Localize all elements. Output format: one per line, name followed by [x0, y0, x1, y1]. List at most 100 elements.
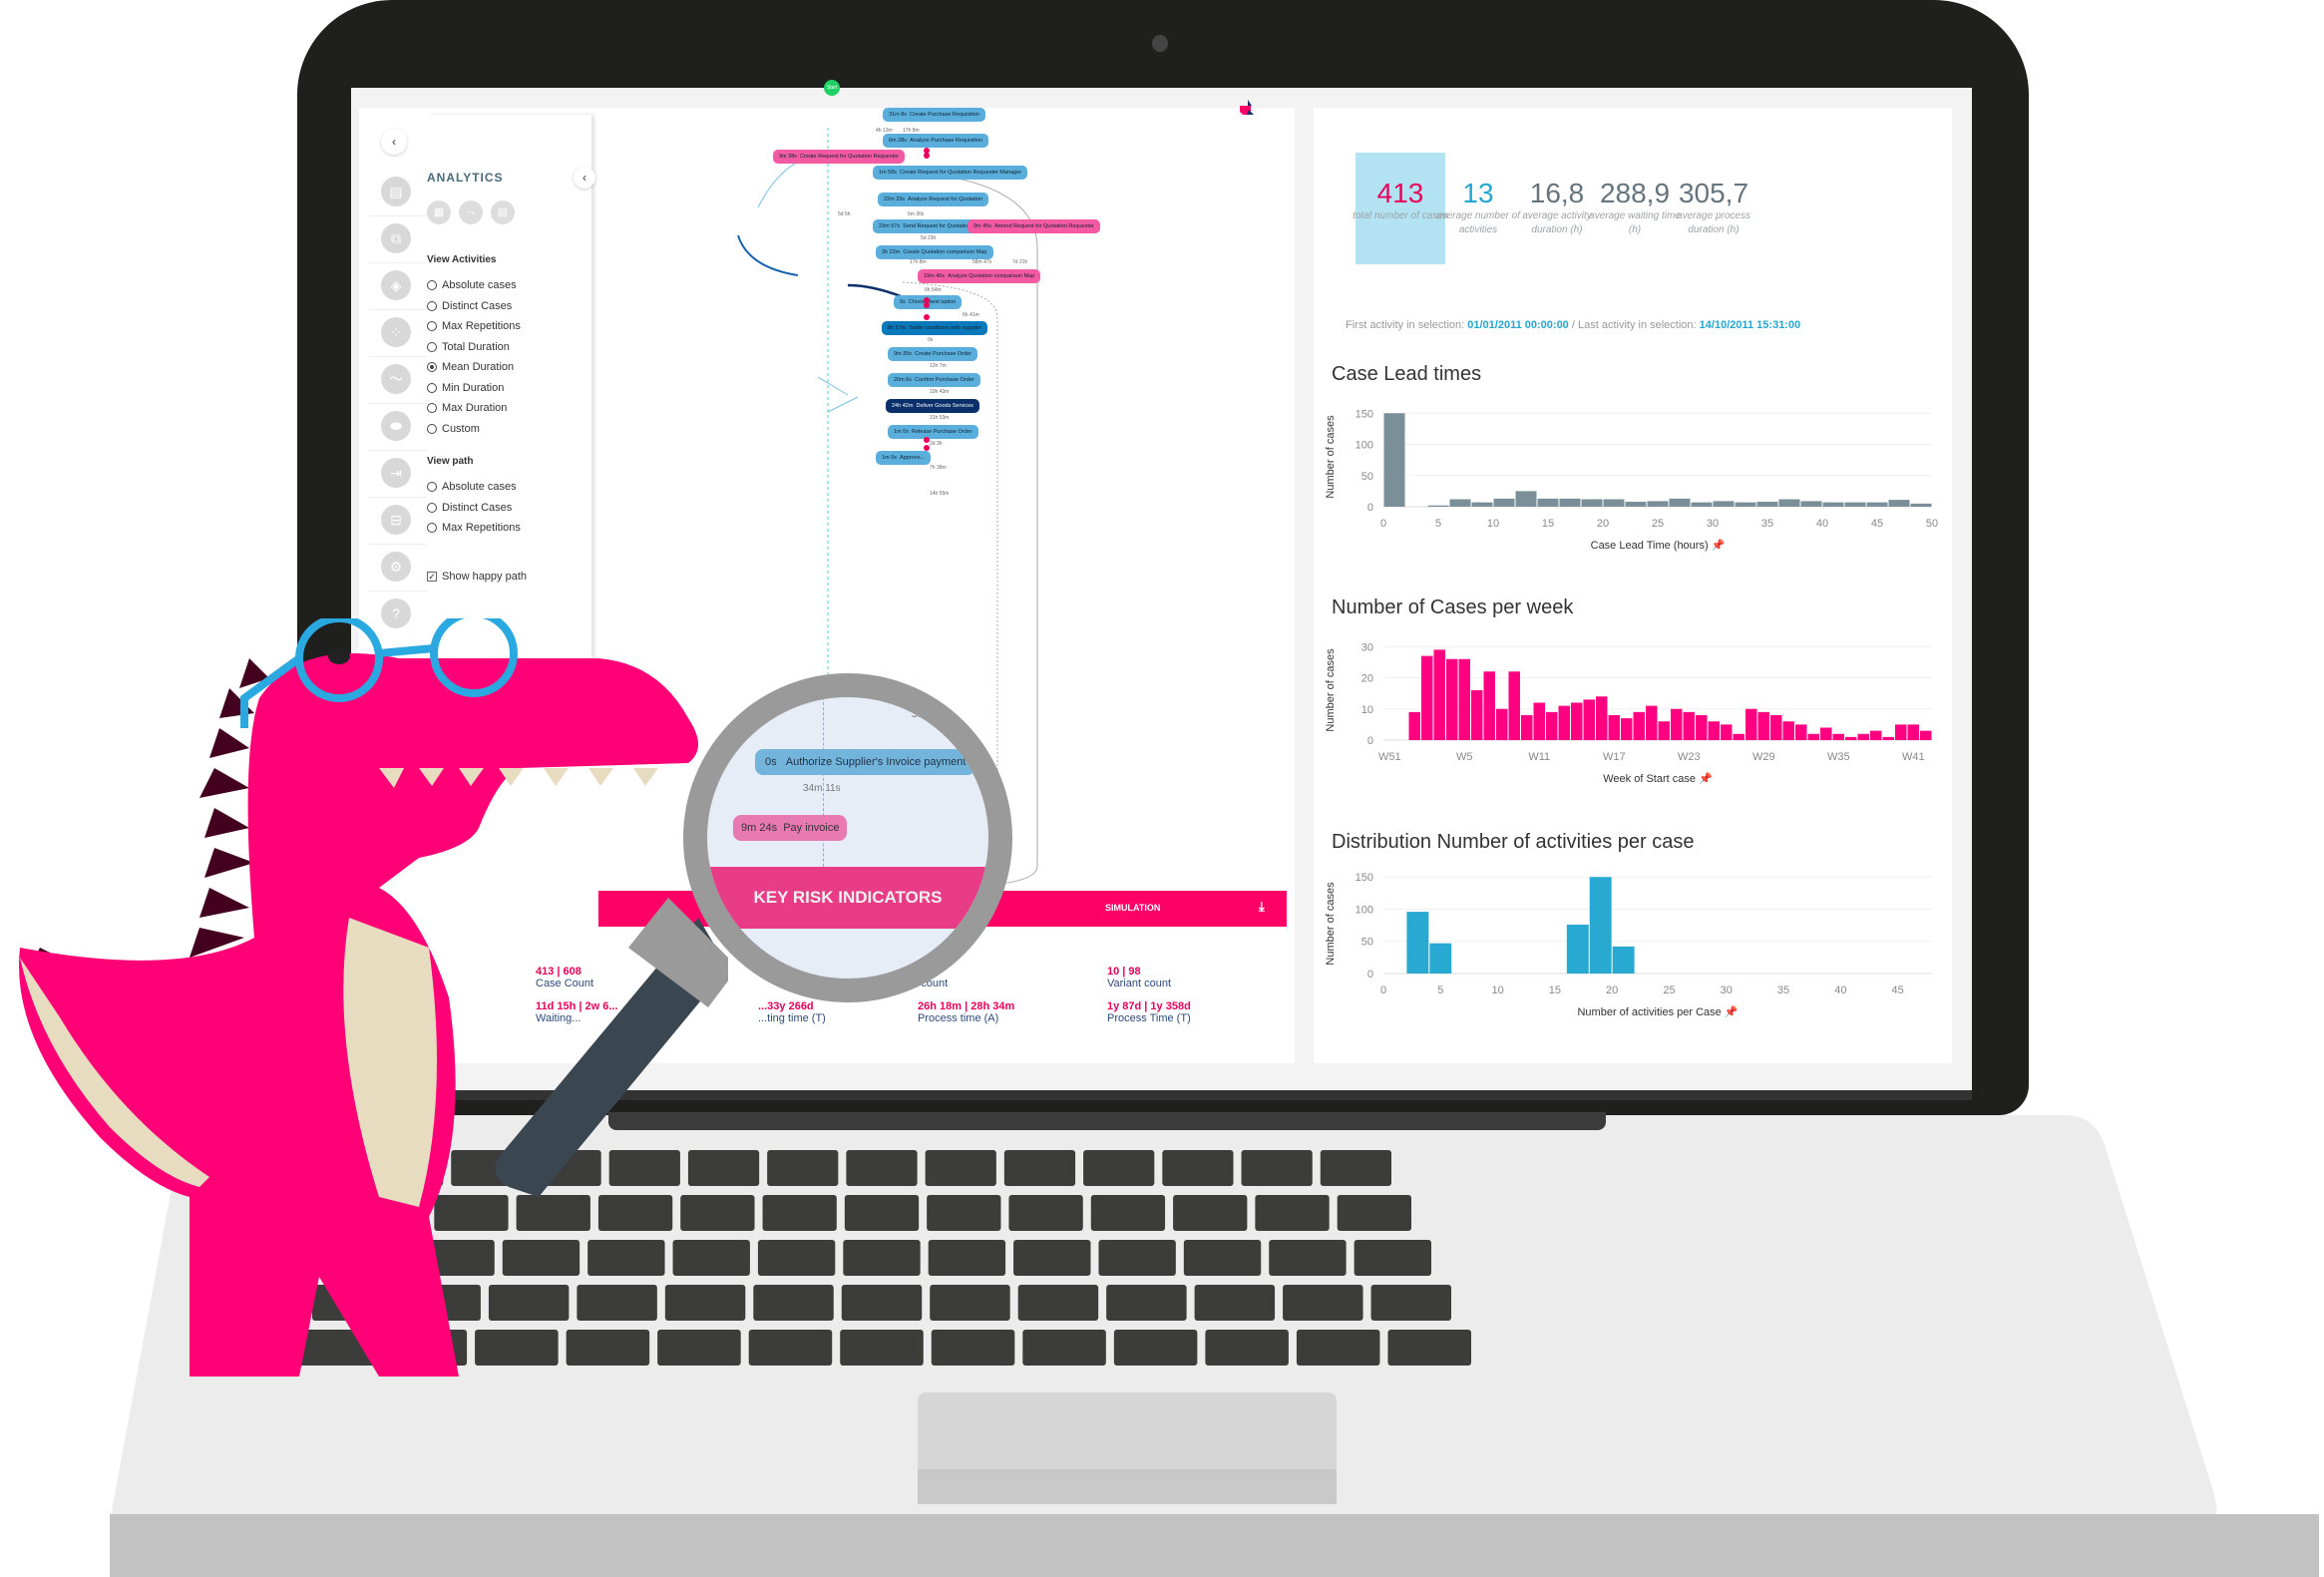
download-icon[interactable]: ⤓ [1259, 899, 1265, 915]
radio-option[interactable]: Min Duration [427, 381, 504, 395]
process-node[interactable]: 3h 22m Create Quotation comparison Map [876, 245, 993, 259]
analytics-sidebar: ANALYTICS ▦ ⤳ ▤ ‹ View Activities Absolu… [427, 115, 595, 658]
y-tick-label: 0 [1367, 502, 1373, 514]
first-activity-value: 01/01/2011 00:00:00 [1467, 319, 1569, 331]
keyboard-key [1113, 1330, 1198, 1366]
process-node[interactable]: 8h 57m Settle conditions with supplier [882, 321, 987, 335]
radio-button[interactable] [427, 362, 437, 372]
keyboard-key [1255, 1195, 1330, 1231]
edge-label: 0s [928, 337, 934, 343]
node-duration: 3h 22m [882, 249, 901, 255]
y-tick-label: 30 [1361, 641, 1373, 653]
back-button[interactable]: ‹ [381, 129, 407, 155]
y-tick-label: 0 [1367, 969, 1373, 981]
process-node[interactable]: 22m 33s Analyze Request for Quotation [878, 193, 989, 206]
bar [1820, 727, 1832, 740]
radio-button[interactable] [427, 321, 437, 331]
process-node[interactable]: 9m 45s Amend Request for Quotation Reque… [968, 219, 1100, 233]
radio-button[interactable] [427, 280, 437, 290]
process-node[interactable]: 20m 6s Confirm Purchase Order [888, 373, 980, 387]
keyboard-key [925, 1150, 996, 1186]
radio-button[interactable] [427, 502, 437, 513]
radio-button[interactable] [427, 403, 437, 413]
radio-option[interactable]: Absolute cases [427, 480, 517, 494]
start-node[interactable]: Start [824, 80, 840, 96]
keyboard-key [1106, 1285, 1187, 1321]
radio-option[interactable]: Absolute cases [427, 278, 517, 292]
bar [1383, 413, 1405, 507]
radio-button[interactable] [427, 523, 437, 533]
x-tick-label: 0 [1380, 518, 1386, 530]
bar [1795, 724, 1807, 740]
toolbox-icon[interactable]: ⊟ [381, 505, 411, 535]
bar [1733, 733, 1744, 740]
keyboard-key [1337, 1195, 1411, 1231]
bar [1446, 658, 1458, 740]
radio-label: Absolute cases [442, 481, 517, 493]
radio-button[interactable] [427, 423, 437, 434]
collapse-sidebar-button[interactable]: ‹ [574, 167, 595, 189]
keyboard-key [762, 1195, 837, 1231]
bar [1633, 711, 1645, 740]
path-icon[interactable]: ⤳ [459, 200, 483, 224]
node-name: Create Request for Quotation Requester M… [900, 170, 1022, 176]
tag-icon[interactable]: ⬬ [381, 411, 411, 441]
keyboard-key [1173, 1195, 1248, 1231]
radio-button[interactable] [427, 382, 437, 393]
lens-node-pay-invoice[interactable]: 9m 24s Pay invoice [733, 815, 848, 841]
process-node[interactable]: 31m 8s Create Purchase Requisition [883, 108, 986, 122]
gear-icon[interactable]: ⚙ [381, 552, 411, 582]
radio-option[interactable]: Max Repetitions [427, 319, 521, 333]
lead-times-chart: 0 50 100 150 0 5 10 15 20 25 30 35 40 45 50 Number of c… [1325, 408, 1938, 552]
radio-option[interactable]: Custom [427, 422, 480, 436]
process-node[interactable]: 9m 38s Create Request for Quotation Requ… [773, 150, 905, 164]
bar [1612, 946, 1635, 974]
radio-option[interactable]: Mean Duration [427, 360, 514, 374]
radio-button[interactable] [427, 341, 437, 352]
hierarchy-icon[interactable]: ⧉ [381, 223, 411, 253]
keyboard-key [1387, 1330, 1471, 1366]
checkbox[interactable]: ✓ [427, 572, 437, 582]
map-icon[interactable]: ▦ [427, 200, 451, 224]
radio-option[interactable]: Max Repetitions [427, 521, 521, 535]
bar [1533, 702, 1545, 740]
network-icon[interactable]: ◈ [381, 270, 411, 300]
lens-node-authorize[interactable]: 0s Authorize Supplier's Invoice payment [755, 749, 976, 775]
bar [1920, 730, 1932, 740]
keyboard-key [1098, 1240, 1176, 1276]
bar [1844, 502, 1866, 507]
process-node[interactable]: 1m 0s Approve... [876, 451, 932, 465]
kpi-item: 26h 18m | 28h 34m Process time (A) [918, 1000, 1014, 1024]
key-risk-indicators-banner[interactable]: KEY RISK INDICATORS [707, 867, 988, 929]
show-happy-path-checkbox[interactable]: ✓ Show happy path [427, 570, 527, 584]
edge-label: 17h 8m [903, 128, 920, 134]
export-icon[interactable]: ⇥ [381, 458, 411, 488]
process-node[interactable]: 6m 28s Analyze Purchase Requisition [883, 134, 989, 148]
sidebar-title: ANALYTICS [427, 171, 504, 185]
trend-icon[interactable]: 〜 [381, 364, 411, 394]
radio-option[interactable]: Max Duration [427, 401, 507, 415]
radio-button[interactable] [427, 482, 437, 492]
edge-label: 5d 5h [838, 211, 851, 217]
radio-button[interactable] [427, 300, 437, 311]
radio-option[interactable]: Distinct Cases [427, 299, 512, 313]
process-node[interactable]: 1m 58s Create Request for Quotation Requ… [873, 166, 1028, 180]
table-icon[interactable]: ▤ [381, 177, 411, 206]
cluster-icon[interactable]: ⁘ [381, 317, 411, 347]
event-marker [924, 302, 930, 308]
edge [827, 396, 859, 413]
dino-eye [328, 648, 350, 664]
process-node[interactable]: 1m 0s Release Purchase Order [888, 425, 978, 439]
process-node[interactable]: 24h 42m Deliver Goods Services [886, 399, 979, 413]
pdf-icon[interactable]: ▤ [491, 200, 515, 224]
process-node[interactable]: 9m 35s Create Purchase Order [888, 347, 977, 361]
nav-separator [369, 309, 427, 310]
bar [1621, 718, 1633, 740]
simulation-tab[interactable]: SIMULATION [1105, 903, 1160, 913]
process-node[interactable]: 19m 40s Analyze Quotation comparison Map [918, 269, 1041, 283]
keyboard-key [1162, 1150, 1234, 1186]
radio-option[interactable]: Total Duration [427, 340, 510, 354]
radio-label: Custom [442, 422, 480, 435]
radio-option[interactable]: Distinct Cases [427, 501, 512, 515]
kpi-item: ...33y 266d ...ting time (T) [758, 1000, 826, 1024]
